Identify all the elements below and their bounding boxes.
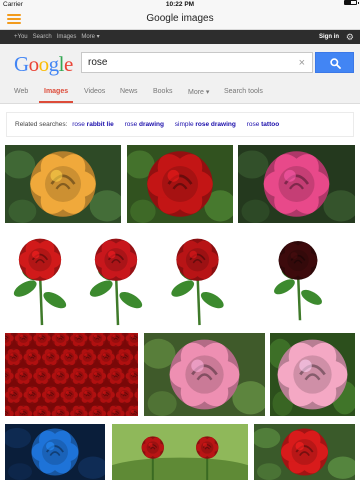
image-result-13[interactable]	[254, 424, 355, 480]
image-result-7[interactable]	[242, 234, 354, 322]
image-result-picture	[112, 436, 248, 480]
image-result-9[interactable]	[144, 333, 265, 416]
image-result-picture	[89, 238, 143, 326]
image-result-3[interactable]	[238, 145, 355, 223]
image-result-picture	[270, 338, 355, 416]
image-result-6[interactable]	[159, 231, 236, 327]
image-result-1[interactable]	[5, 145, 121, 223]
image-result-picture	[5, 150, 121, 223]
image-result-picture	[127, 150, 233, 223]
image-result-picture	[5, 427, 105, 480]
image-result-11[interactable]	[5, 424, 105, 480]
image-result-4[interactable]	[5, 231, 75, 327]
image-result-picture	[13, 238, 67, 326]
image-result-picture	[5, 333, 138, 416]
image-result-picture	[254, 427, 355, 480]
image-result-10[interactable]	[270, 333, 355, 416]
image-result-picture	[238, 150, 355, 223]
image-result-5[interactable]	[80, 231, 152, 327]
image-results-grid	[0, 0, 360, 480]
image-result-8[interactable]	[5, 333, 138, 416]
image-result-picture	[274, 241, 322, 321]
image-result-picture	[171, 238, 224, 326]
image-result-2[interactable]	[127, 145, 233, 223]
image-result-12[interactable]	[112, 424, 248, 480]
image-result-picture	[144, 338, 265, 416]
